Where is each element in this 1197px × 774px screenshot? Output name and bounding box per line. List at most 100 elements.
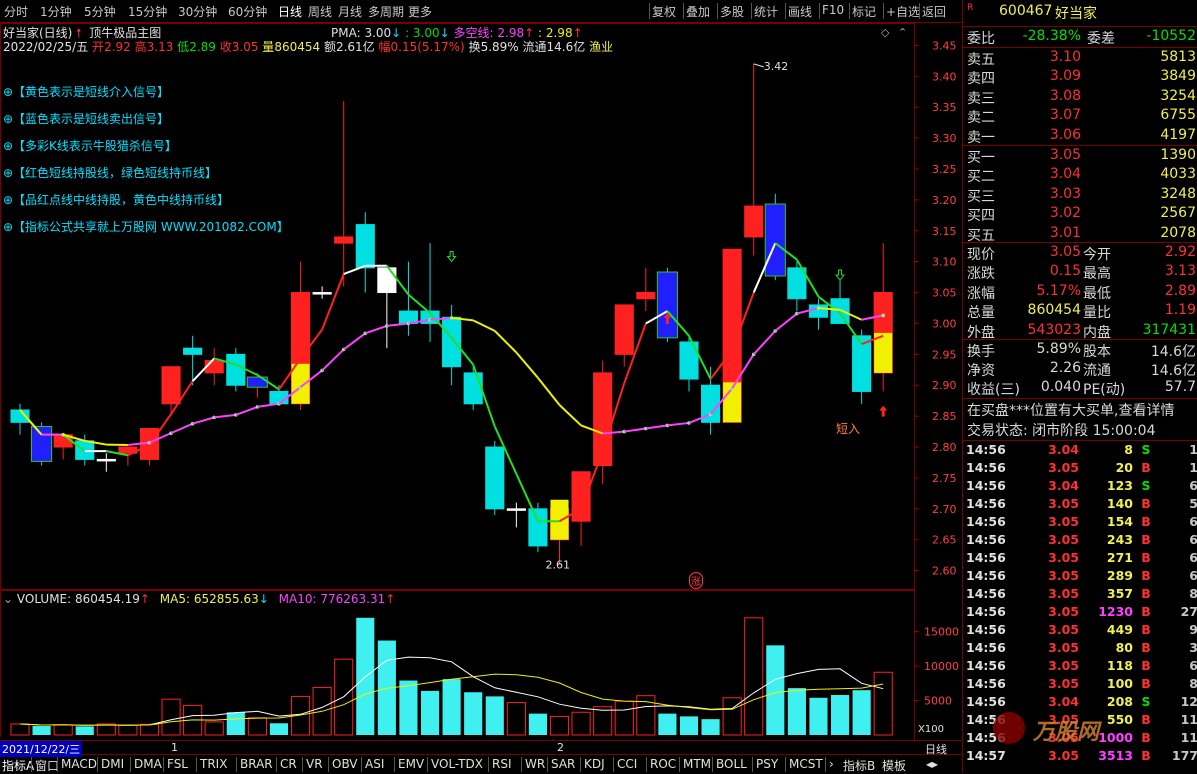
volume-bar[interactable] — [162, 699, 180, 735]
indicator-tab[interactable]: VR — [306, 757, 323, 771]
indicator-tab[interactable]: WR — [525, 757, 545, 771]
volume-bar[interactable] — [205, 722, 223, 735]
volume-bar[interactable] — [831, 695, 849, 735]
candle-body[interactable] — [529, 509, 547, 546]
candle-body[interactable] — [443, 317, 461, 366]
sells-row[interactable]: 卖五3.105813 — [963, 49, 1197, 68]
volume-bar[interactable] — [140, 724, 158, 735]
candle-body[interactable] — [853, 336, 871, 392]
candle-body[interactable] — [615, 305, 633, 354]
volume-bar[interactable] — [853, 690, 871, 735]
indicator-tab[interactable]: MTM — [683, 757, 711, 771]
tabs-extra-icon[interactable]: ◂▸ — [926, 757, 938, 771]
candle-body[interactable] — [227, 354, 245, 385]
candle-body[interactable] — [97, 459, 115, 461]
indicator-tab[interactable]: FSL — [167, 757, 188, 771]
volume-bar[interactable] — [248, 718, 266, 735]
signal-legend-item[interactable]: ⊕【指标公式共享就上万股网 WWW.201082.COM】 — [3, 218, 289, 235]
period-tab[interactable]: 15分钟 — [128, 3, 167, 20]
candle-body[interactable] — [313, 293, 331, 295]
signal-legend-item[interactable]: ⊕【多彩K线表示牛股猎杀信号】 — [3, 137, 177, 154]
indicator-tab[interactable]: SAR — [551, 757, 575, 771]
indicator-tab[interactable]: 窗口 — [35, 757, 59, 774]
volume-bar[interactable] — [421, 691, 439, 735]
volume-bar[interactable] — [11, 724, 29, 735]
price-chart-svg[interactable]: 3.453.403.353.303.253.203.153.103.053.00… — [0, 23, 962, 590]
indicator-tab[interactable]: RSI — [492, 757, 512, 771]
signal-legend-item[interactable]: ⊕【蓝色表示是短线卖出信号】 — [3, 110, 169, 127]
volume-bar[interactable] — [788, 688, 806, 735]
volume-bar[interactable] — [658, 714, 676, 735]
buys-row[interactable]: 买四3.022567 — [963, 205, 1197, 224]
period-tab[interactable]: 日线 — [278, 3, 302, 20]
volume-chart[interactable]: 15000100005000X100 ⌄ VOLUME: 860454.19↑ … — [0, 590, 962, 740]
tool-button[interactable]: 叠加 — [686, 3, 710, 20]
volume-bar[interactable] — [766, 645, 784, 735]
volume-bar[interactable] — [529, 714, 547, 735]
indicator-tab[interactable]: BRAR — [240, 757, 273, 771]
volume-bar[interactable] — [572, 712, 590, 735]
buys-row[interactable]: 买二3.044033 — [963, 166, 1197, 185]
period-tab[interactable]: 1分钟 — [40, 3, 72, 20]
sells-row[interactable]: 卖三3.083254 — [963, 88, 1197, 107]
period-tab[interactable]: 30分钟 — [178, 3, 217, 20]
volume-bar[interactable] — [809, 698, 827, 735]
tool-button[interactable]: 统计 — [754, 3, 778, 20]
period-tab[interactable]: 多周期 — [368, 3, 404, 20]
candle-body[interactable] — [184, 348, 202, 354]
volume-bar[interactable] — [97, 724, 115, 735]
tool-button[interactable]: 多股 — [720, 3, 744, 20]
indicator-tab[interactable]: MACD — [61, 757, 97, 771]
candle-body[interactable] — [464, 373, 482, 404]
signal-legend-item[interactable]: ⊕【品红点线中线持股，黄色中线持币线】 — [3, 191, 229, 208]
volume-bar[interactable] — [874, 672, 892, 735]
indicator-tab[interactable]: 指标A — [2, 757, 34, 774]
volume-bar[interactable] — [464, 692, 482, 735]
indicator-tab[interactable]: OBV — [332, 757, 358, 771]
tool-button[interactable]: +自选 — [886, 3, 920, 20]
indicator-tab[interactable]: VOL-TDX — [431, 757, 483, 771]
candle-body[interactable] — [745, 206, 763, 237]
volume-bar[interactable] — [550, 716, 568, 735]
sells-row[interactable]: 卖一3.064197 — [963, 127, 1197, 146]
volume-bar[interactable] — [227, 712, 245, 735]
volume-bar[interactable] — [507, 703, 525, 735]
tool-button[interactable]: 返回 — [922, 3, 946, 20]
volume-bar[interactable] — [54, 725, 72, 735]
indicator-tab[interactable]: TRIX — [200, 757, 227, 771]
indicator-tab[interactable]: EMV — [398, 757, 424, 771]
volume-bar[interactable] — [745, 618, 763, 735]
buys-row[interactable]: 买五3.012078 — [963, 225, 1197, 244]
signal-legend-item[interactable]: ⊕【黄色表示是短线介入信号】 — [3, 83, 169, 100]
candle-body[interactable] — [205, 361, 223, 373]
sells-row[interactable]: 卖四3.093849 — [963, 68, 1197, 87]
candle-body[interactable] — [162, 367, 180, 404]
volume-bar[interactable] — [680, 716, 698, 735]
candle-body[interactable] — [270, 391, 288, 403]
indicator-tab[interactable]: CR — [280, 757, 297, 771]
diamond-icon[interactable]: ◇ — [881, 26, 889, 39]
indicator-tab[interactable]: 指标B — [843, 757, 875, 774]
volume-bar[interactable] — [443, 679, 461, 735]
volume-chart-svg[interactable]: 15000100005000X100 — [0, 590, 962, 740]
volume-bar[interactable] — [76, 726, 94, 735]
tool-button[interactable]: F10 — [822, 3, 844, 17]
indicator-tab[interactable]: ROC — [650, 757, 676, 771]
candle-body[interactable] — [637, 293, 655, 299]
indicator-tab[interactable]: 模板 — [882, 757, 906, 774]
indicator-tab[interactable]: DMA — [134, 757, 162, 771]
candle-body[interactable] — [356, 225, 374, 268]
volume-menu-icon[interactable]: ⌄ — [3, 592, 13, 606]
buys-row[interactable]: 买三3.033248 — [963, 186, 1197, 205]
period-tab[interactable]: 周线 — [308, 3, 332, 20]
period-tab[interactable]: 5分钟 — [84, 3, 116, 20]
volume-bar[interactable] — [119, 725, 137, 735]
volume-bar[interactable] — [702, 719, 720, 735]
sells-row[interactable]: 卖二3.076755 — [963, 107, 1197, 126]
candle-body[interactable] — [831, 299, 849, 324]
candle-body[interactable] — [335, 237, 353, 243]
indicator-tab[interactable]: CCI — [617, 757, 637, 771]
tool-button[interactable]: 标记 — [852, 3, 876, 20]
candle-body[interactable] — [378, 268, 396, 293]
indicator-tab[interactable]: MCST — [789, 757, 823, 771]
